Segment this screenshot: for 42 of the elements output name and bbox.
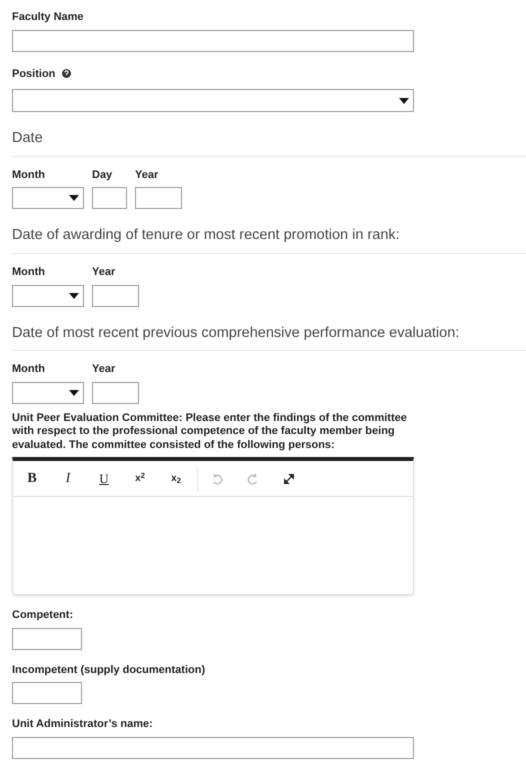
month-select[interactable]	[12, 382, 84, 404]
section-heading: Date of most recent previous comprehensive performance evaluation:	[12, 324, 460, 342]
section-heading: Date	[12, 129, 44, 148]
text-field[interactable]	[12, 736, 414, 759]
format-button[interactable]: B	[17, 466, 47, 492]
field-label: Year	[92, 362, 116, 378]
field-label: Position	[12, 66, 56, 82]
month-select[interactable]	[12, 187, 84, 210]
section-heading: Date of awarding of tenure or most recent promotion in rank:	[12, 226, 401, 246]
year-field[interactable]	[92, 284, 139, 306]
format-button[interactable]: x$^{2}$	[125, 466, 155, 492]
field-label: Day	[92, 168, 114, 183]
field-label: Month	[12, 265, 46, 280]
position-select[interactable]	[12, 89, 414, 112]
field-label: Unit Administrator’s name:	[12, 717, 154, 732]
field-label: Incompetent (supply documentation)	[12, 662, 206, 678]
field-label: Faculty Name	[12, 10, 85, 25]
field-label: Month	[12, 168, 46, 183]
expand-icon	[283, 472, 295, 485]
text-field[interactable]	[12, 628, 82, 650]
year-field[interactable]	[135, 187, 182, 210]
field-label: Year	[92, 265, 116, 280]
field-label: Month	[12, 362, 46, 378]
format-button[interactable]: x$_{2}$	[161, 466, 191, 492]
format-button[interactable]: I	[53, 466, 83, 492]
rich-text-editor[interactable]: B I U x$^{2}$ x$_{2}$	[12, 457, 414, 596]
field-label: Competent:	[12, 608, 74, 624]
redo-icon	[247, 472, 259, 485]
caret-icon	[69, 195, 79, 202]
text-field[interactable]	[12, 30, 414, 52]
format-button[interactable]: U	[89, 466, 119, 492]
caret-icon	[69, 390, 79, 396]
help-icon[interactable]	[62, 69, 72, 78]
caret-icon	[399, 98, 409, 104]
text-field[interactable]	[12, 682, 82, 704]
field-label: Unit Peer Evaluation Committee: Please enter the findings of the committee with respect to the professional competence of the faculty member being evaluated. The committee consisted of the following persons:	[12, 412, 408, 452]
year-field[interactable]	[92, 382, 139, 404]
month-select[interactable]	[12, 284, 84, 306]
caret-icon	[69, 292, 79, 298]
undo-icon	[211, 472, 223, 485]
field-label: Year	[135, 168, 160, 183]
day-field[interactable]	[92, 187, 127, 210]
